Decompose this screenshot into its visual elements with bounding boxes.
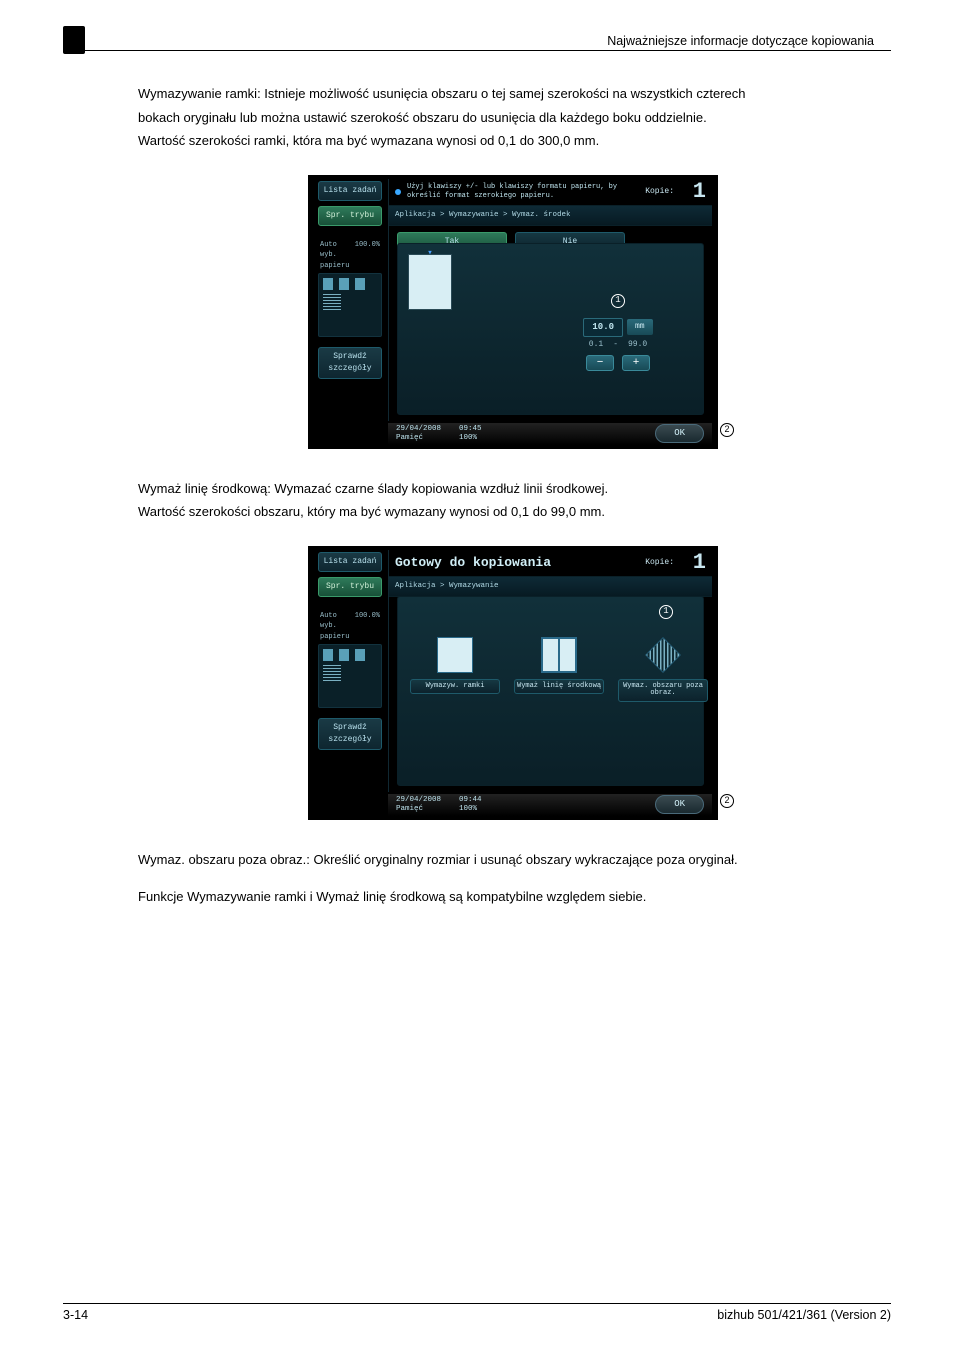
- top-bar: Użyj klawiszy +/- lub klawiszy formatu p…: [389, 179, 712, 205]
- minus-button[interactable]: −: [586, 355, 614, 371]
- side-column: Lista zadań Spr. trybu Auto wyb. papieru…: [318, 181, 382, 385]
- footer-time: 09:45: [459, 425, 482, 434]
- check-mode-button[interactable]: Spr. trybu: [318, 577, 382, 597]
- product-version: bizhub 501/421/361 (Version 2): [717, 1308, 891, 1322]
- callout-2: 2: [720, 423, 734, 437]
- callout-2: 2: [720, 794, 734, 808]
- range-max: 99.0: [628, 339, 647, 351]
- work-area: 1 Wymazyw. ramki Wymaż linię środkową Wy…: [397, 596, 704, 786]
- copies-label: Kopie:: [645, 557, 674, 569]
- range-sep: -: [613, 339, 618, 351]
- auto-paper-label: Auto wyb. papieru: [320, 611, 355, 643]
- top-bar: Gotowy do kopiowania Kopie: 1: [389, 550, 712, 576]
- plus-button[interactable]: +: [622, 355, 650, 371]
- paper-auto-status: Auto wyb. papieru 100.0%: [318, 240, 382, 272]
- option-center-erase[interactable]: Wymaż linię środkową: [514, 637, 604, 702]
- chapter-number: 3: [63, 28, 74, 51]
- erase-width-value: 10.0: [583, 318, 623, 338]
- check-details-button[interactable]: Sprawdź szczegóły: [318, 347, 382, 379]
- copier-screen-erase-center: Lista zadań Spr. trybu Auto wyb. papieru…: [308, 175, 718, 449]
- callout-1: 1: [611, 294, 625, 308]
- range-min: 0.1: [589, 339, 603, 351]
- status-message: Użyj klawiszy +/- lub klawiszy formatu p…: [407, 183, 639, 200]
- main-area: Użyj klawiszy +/- lub klawiszy formatu p…: [388, 179, 712, 421]
- copies-label: Kopie:: [645, 186, 674, 198]
- callout-1: 1: [659, 605, 673, 619]
- check-details-button[interactable]: Sprawdź szczegóły: [318, 718, 382, 750]
- unit-button[interactable]: mm: [627, 319, 653, 335]
- pages-icon: [323, 665, 341, 681]
- paragraph-2-line-2: Wartość szerokości obszaru, który ma być…: [138, 502, 888, 522]
- job-list-button[interactable]: Lista zadań: [318, 181, 382, 201]
- header-rule: [63, 50, 891, 51]
- copies-count: 1: [682, 175, 706, 208]
- option-center-label: Wymaż linię środkową: [514, 679, 604, 695]
- header-title: Najważniejsze informacje dotyczące kopio…: [607, 34, 874, 48]
- paper-auto-status: Auto wyb. papieru 100.0%: [318, 611, 382, 643]
- paragraph-1-line-3: Wartość szerokości ramki, która ma być w…: [138, 131, 888, 151]
- portrait-icon: [339, 278, 349, 290]
- footer-time: 09:44: [459, 796, 482, 805]
- ok-button[interactable]: OK: [655, 424, 704, 444]
- main-area: Gotowy do kopiowania Kopie: 1 Aplikacja …: [388, 550, 712, 792]
- work-area: ▾ 1 10.0 mm 0.1 - 99.0 − +: [397, 243, 704, 415]
- frame-erase-icon: [437, 637, 473, 673]
- job-list-button[interactable]: Lista zadań: [318, 552, 382, 572]
- status-led-icon: [395, 189, 401, 195]
- ok-button[interactable]: OK: [655, 795, 704, 815]
- copier-screen-erase-menu: Lista zadań Spr. trybu Auto wyb. papieru…: [308, 546, 718, 820]
- side-column: Lista zadań Spr. trybu Auto wyb. papieru…: [318, 552, 382, 756]
- breadcrumb: Aplikacja > Wymazywanie: [389, 576, 712, 597]
- check-mode-button[interactable]: Spr. trybu: [318, 206, 382, 226]
- arrow-down-icon: ▾: [427, 247, 432, 261]
- screen-footer: 29/04/2008 Pamięć 09:44 100% OK: [388, 794, 712, 816]
- breadcrumb: Aplikacja > Wymazywanie > Wymaz. środek: [389, 205, 712, 226]
- ready-message: Gotowy do kopiowania: [395, 553, 639, 573]
- side-preview-icons: [318, 273, 382, 337]
- portrait-icon: [339, 649, 349, 661]
- outside-erase-icon: [645, 637, 681, 673]
- paragraph-4: Funkcje Wymazywanie ramki i Wymaż linię …: [138, 887, 888, 907]
- portrait-icon: [355, 649, 365, 661]
- option-outside-label: Wymaz. obszaru poza obraz.: [618, 679, 708, 702]
- footer-rule: [63, 1303, 891, 1304]
- paragraph-1-line-1: Wymazywanie ramki: Istnieje możliwość us…: [138, 84, 888, 104]
- auto-paper-label: Auto wyb. papieru: [320, 240, 355, 272]
- value-controls: 1 10.0 mm 0.1 - 99.0 − +: [558, 294, 678, 372]
- option-frame-label: Wymazyw. ramki: [410, 679, 500, 695]
- option-outside-erase[interactable]: Wymaz. obszaru poza obraz.: [618, 637, 708, 702]
- footer-date: 29/04/2008: [396, 425, 441, 434]
- portrait-icon: [355, 278, 365, 290]
- footer-memory-label: Pamięć: [396, 434, 441, 443]
- screen-footer: 29/04/2008 Pamięć 09:45 100% OK: [388, 423, 712, 445]
- footer-memory-label: Pamięć: [396, 805, 441, 814]
- portrait-icon: [323, 278, 333, 290]
- page-preview: ▾: [408, 254, 452, 310]
- side-preview-icons: [318, 644, 382, 708]
- main-content: Wymazywanie ramki: Istnieje możliwość us…: [138, 84, 888, 911]
- page-number: 3-14: [63, 1308, 88, 1322]
- erase-options: Wymazyw. ramki Wymaż linię środkową Wyma…: [410, 637, 691, 702]
- paragraph-1-line-2: bokach oryginału lub można ustawić szero…: [138, 108, 888, 128]
- zoom-percent: 100.0%: [355, 240, 380, 272]
- pages-icon: [323, 294, 341, 310]
- center-erase-icon: [541, 637, 577, 673]
- portrait-icon: [323, 649, 333, 661]
- footer-memory-value: 100%: [459, 434, 482, 443]
- footer-date: 29/04/2008: [396, 796, 441, 805]
- option-frame-erase[interactable]: Wymazyw. ramki: [410, 637, 500, 702]
- paragraph-3: Wymaz. obszaru poza obraz.: Określić ory…: [138, 850, 888, 870]
- footer-memory-value: 100%: [459, 805, 482, 814]
- zoom-percent: 100.0%: [355, 611, 380, 643]
- paragraph-2-line-1: Wymaż linię środkową: Wymazać czarne śla…: [138, 479, 888, 499]
- copies-count: 1: [682, 546, 706, 579]
